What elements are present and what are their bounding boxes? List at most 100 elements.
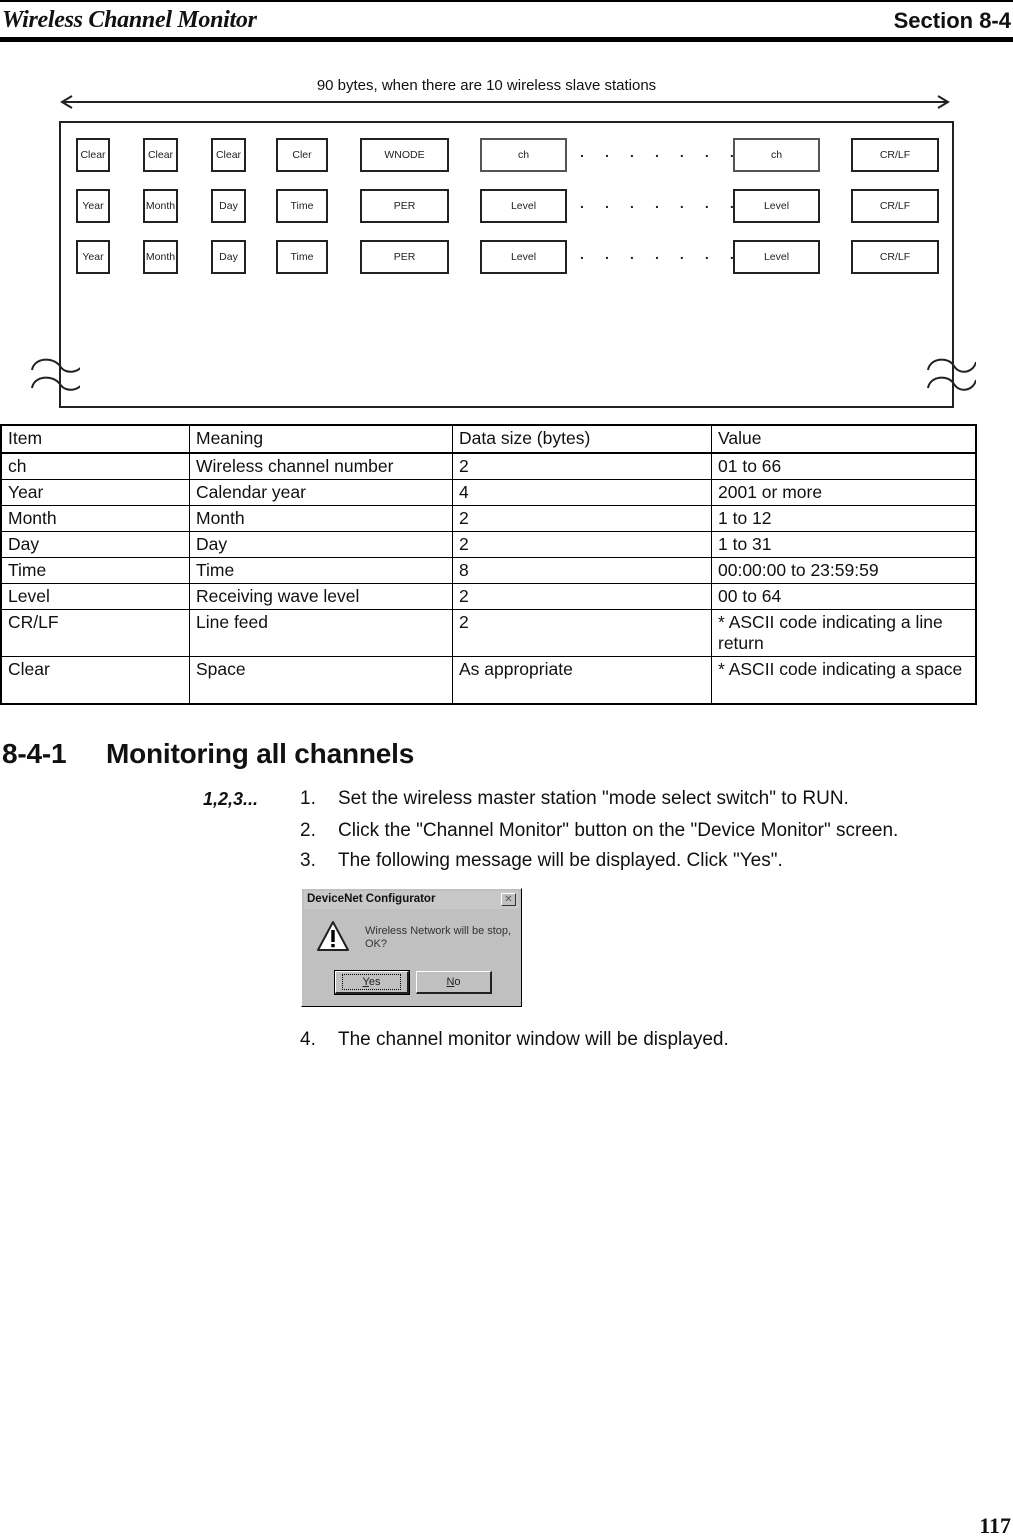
field-cell: Time xyxy=(276,189,328,223)
cell-size: 2 xyxy=(452,609,712,657)
field-cell-last: Level xyxy=(733,189,820,223)
field-cell: Year xyxy=(76,189,110,223)
table-row: Time Time 8 00:00:00 to 23:59:59 xyxy=(0,557,977,584)
table-row: Clear Space As appropriate * ASCII code … xyxy=(0,656,977,705)
yes-button[interactable]: Yes xyxy=(334,970,410,995)
cell-size: As appropriate xyxy=(452,656,712,705)
cell-size: 2 xyxy=(452,531,712,558)
cell-meaning: Receiving wave level xyxy=(189,583,453,610)
header-meaning: Meaning xyxy=(189,424,453,454)
top-rule xyxy=(0,0,1013,2)
cell-size: 2 xyxy=(452,583,712,610)
no-label-rest: o xyxy=(454,976,461,988)
table-row: Year Calendar year 4 2001 or more xyxy=(0,479,977,506)
step-text: Set the wireless master station "mode se… xyxy=(338,788,849,809)
warning-icon xyxy=(317,921,349,951)
cell-meaning: Space xyxy=(189,656,453,705)
cell-value: * ASCII code indicating a space xyxy=(711,656,977,705)
field-cell: PER xyxy=(360,189,449,223)
cell-value: 1 to 31 xyxy=(711,531,977,558)
field-cell: ch xyxy=(480,138,567,172)
cell-item: Year xyxy=(0,479,190,506)
dialog-message-line: OK? xyxy=(365,938,388,950)
terminator-cell: CR/LF xyxy=(851,240,939,274)
field-cell: Clear xyxy=(211,138,246,172)
table-row: ch Wireless channel number 2 01 to 66 xyxy=(0,452,977,480)
field-cell: Cler xyxy=(276,138,328,172)
steps-label: 1,2,3... xyxy=(203,789,259,809)
yes-button-label: Yes xyxy=(341,974,402,990)
cell-item: CR/LF xyxy=(0,609,190,657)
header-value: Value xyxy=(711,424,977,454)
cell-meaning: Line feed xyxy=(189,609,453,657)
dialog-title: DeviceNet Configurator xyxy=(307,893,436,905)
step-text: Click the "Channel Monitor" button on th… xyxy=(338,820,899,841)
field-cell: Level xyxy=(480,189,567,223)
cell-size: 2 xyxy=(452,505,712,532)
no-button-label: No xyxy=(446,976,460,988)
field-cell: Year xyxy=(76,240,110,274)
no-button[interactable]: No xyxy=(416,971,492,994)
dialog-title-bar: DeviceNet Configurator ✕ xyxy=(304,891,519,909)
confirm-dialog: DeviceNet Configurator ✕ Wireless Networ… xyxy=(301,888,522,1007)
page-number: 117 xyxy=(979,1513,1011,1538)
cell-item: Month xyxy=(0,505,190,532)
step-text: The following message will be displayed.… xyxy=(338,850,783,871)
break-mark-left-icon xyxy=(31,358,80,391)
table-row: Day Day 2 1 to 31 xyxy=(0,531,977,558)
cell-meaning: Wireless channel number xyxy=(189,452,453,480)
field-cell: Time xyxy=(276,240,328,274)
cell-value: * ASCII code indicating a line return xyxy=(711,609,977,657)
cell-value: 00 to 64 xyxy=(711,583,977,610)
cell-value: 2001 or more xyxy=(711,479,977,506)
step-number: 3. xyxy=(300,850,316,871)
break-mark-right-icon xyxy=(927,358,976,391)
field-table: Item Meaning Data size (bytes) Value ch … xyxy=(0,424,977,705)
cell-item: Level xyxy=(0,583,190,610)
span-arrow xyxy=(60,95,950,109)
table-header-row: Item Meaning Data size (bytes) Value xyxy=(0,424,977,454)
cell-value: 01 to 66 xyxy=(711,452,977,480)
field-cell: Day xyxy=(211,240,246,274)
step-item: 3. The following message will be displaye… xyxy=(300,850,783,872)
cell-item: Clear xyxy=(0,656,190,705)
step-number: 4. xyxy=(300,1029,316,1050)
field-cell-last: Level xyxy=(733,240,820,274)
field-cell-last: ch xyxy=(733,138,820,172)
step-text: The channel monitor window will be displ… xyxy=(338,1029,729,1050)
section-label: Section 8-4 xyxy=(893,8,1011,33)
step-item: 1. Set the wireless master station "mode … xyxy=(300,788,849,810)
step-number: 1. xyxy=(300,788,316,809)
cell-size: 8 xyxy=(452,557,712,584)
terminator-cell: CR/LF xyxy=(851,189,939,223)
dialog-message-line: Wireless Network will be stop, xyxy=(365,925,512,937)
field-cell: Month xyxy=(143,189,178,223)
cell-item: ch xyxy=(0,452,190,480)
yes-label-rest: es xyxy=(368,976,381,988)
dialog-message: Wireless Network will be stop, OK? xyxy=(365,925,511,951)
section-title: Monitoring all channels xyxy=(106,738,415,769)
table-row: CR/LF Line feed 2 * ASCII code indicatin… xyxy=(0,609,977,657)
section-heading: 8-4-1 Monitoring all channels xyxy=(2,738,414,770)
cell-value: 1 to 12 xyxy=(711,505,977,532)
field-cell: Clear xyxy=(76,138,110,172)
cell-size: 2 xyxy=(452,452,712,480)
table-row: Month Month 2 1 to 12 xyxy=(0,505,977,532)
cell-value: 00:00:00 to 23:59:59 xyxy=(711,557,977,584)
field-cell: WNODE xyxy=(360,138,449,172)
terminator-cell: CR/LF xyxy=(851,138,939,172)
span-label: 90 bytes, when there are 10 wireless sla… xyxy=(316,77,657,94)
chapter-title: Wireless Channel Monitor xyxy=(2,7,257,33)
cell-meaning: Calendar year xyxy=(189,479,453,506)
cell-meaning: Time xyxy=(189,557,453,584)
close-icon[interactable]: ✕ xyxy=(501,893,516,906)
field-cell: Level xyxy=(480,240,567,274)
field-cell: Day xyxy=(211,189,246,223)
section-number: 8-4-1 xyxy=(2,738,67,769)
cell-meaning: Month xyxy=(189,505,453,532)
field-cell: PER xyxy=(360,240,449,274)
step-item: 4. The channel monitor window will be dis… xyxy=(300,1029,729,1051)
field-cell: Month xyxy=(143,240,178,274)
step-item: 2. Click the "Channel Monitor" button on … xyxy=(300,820,898,842)
field-cell: Clear xyxy=(143,138,178,172)
